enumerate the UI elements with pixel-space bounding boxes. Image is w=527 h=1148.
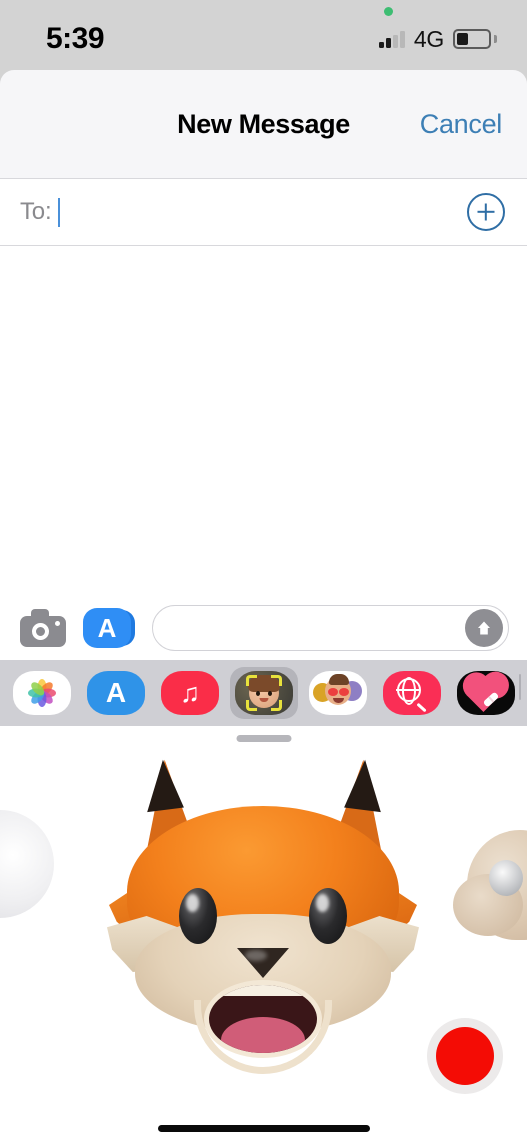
text-cursor [58, 197, 61, 227]
drawer-item-app-store[interactable]: A [82, 667, 150, 719]
animoji-carousel-item-monkey[interactable] [453, 830, 527, 940]
drawer-item-image-search[interactable] [378, 667, 446, 719]
memoji-icon [235, 671, 293, 715]
scan-frame-icon [246, 675, 282, 711]
image-search-icon [383, 671, 441, 715]
status-bar: 5:39 4G [0, 0, 527, 70]
message-field[interactable] [152, 604, 509, 651]
drag-handle[interactable] [236, 735, 291, 742]
arrow-up-glyph [478, 621, 490, 634]
app-store-glyph: A [97, 612, 117, 643]
drawer-item-memoji-stickers[interactable] [304, 667, 372, 719]
battery-icon [453, 29, 497, 49]
animoji-carousel-item-ghost[interactable] [0, 810, 54, 918]
drawer-item-digital-touch[interactable] [452, 667, 520, 719]
fox-nose [237, 948, 289, 978]
fox-ear-tip-left [141, 757, 184, 813]
app-store-icon[interactable]: A [83, 607, 135, 648]
nav-bar-container: New Message Cancel [0, 70, 527, 178]
conversation-area [0, 246, 527, 595]
drawer-item-music[interactable]: ♫ [156, 667, 224, 719]
recording-indicator-icon [384, 7, 393, 16]
music-note-icon: ♫ [161, 671, 219, 715]
drawer-divider [519, 674, 521, 700]
home-area [0, 1108, 527, 1148]
page-title: New Message [177, 108, 350, 139]
fox-mouth [204, 980, 322, 1058]
animoji-carousel-item-fox[interactable] [107, 756, 419, 1074]
send-arrow-icon[interactable] [465, 608, 503, 647]
drawer-item-photos[interactable] [8, 667, 76, 719]
fox-ear-tip-right [344, 757, 387, 813]
fox-eye-left [179, 888, 217, 944]
drawer-item-memoji[interactable] [230, 667, 298, 719]
home-indicator[interactable] [157, 1124, 370, 1132]
camera-icon[interactable] [20, 608, 66, 647]
nav-bar: New Message Cancel [0, 70, 527, 178]
recipient-label: To: [20, 198, 52, 225]
message-input-bar: A [0, 595, 527, 660]
memoji-stickers-icon [309, 671, 367, 715]
digital-touch-heart-icon [457, 671, 515, 715]
record-icon [436, 1027, 494, 1085]
app-store-icon: A [87, 671, 145, 715]
cellular-signal-icon [379, 31, 405, 48]
recipient-row[interactable]: To: [0, 178, 527, 246]
fox-eye-right [309, 888, 347, 944]
photos-icon [13, 671, 71, 715]
network-type-label: 4G [413, 25, 444, 52]
record-button[interactable] [427, 1018, 503, 1094]
status-time: 5:39 [46, 22, 105, 55]
cancel-button[interactable]: Cancel [420, 109, 503, 140]
status-right-cluster: 4G [379, 25, 497, 53]
animoji-panel[interactable] [0, 726, 527, 1108]
plus-circle-icon[interactable] [467, 193, 505, 231]
imessage-app-drawer[interactable]: A ♫ [0, 660, 527, 726]
